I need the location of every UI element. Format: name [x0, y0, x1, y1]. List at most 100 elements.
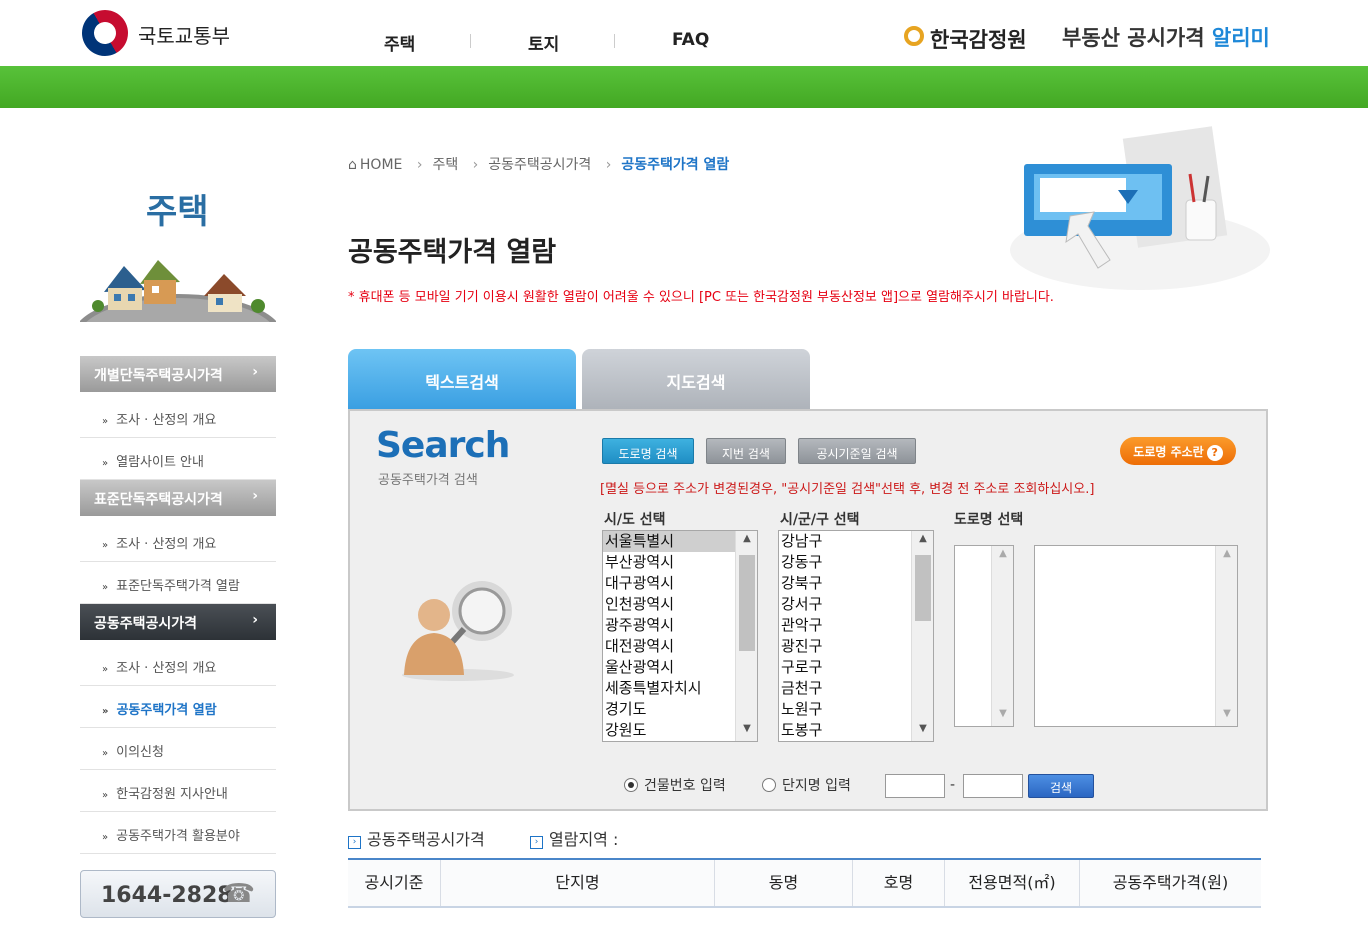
sidebar-category-label: 공동주택공시가격 — [94, 616, 198, 632]
nav-divider — [614, 34, 615, 48]
scrollbar[interactable]: ▲ ▼ — [1215, 546, 1237, 726]
list-option[interactable]: 인천광역시 — [603, 594, 757, 615]
sidebar-item-apartment-price-view[interactable]: » 공동주택가격 열람 — [80, 686, 276, 728]
list-option[interactable]: 강동구 — [779, 552, 933, 573]
sidebar-item-survey-overview[interactable]: » 조사 · 산정의 개요 — [80, 644, 276, 686]
road-name-search-button[interactable]: 도로명 검색 — [602, 438, 694, 464]
breadcrumb-housing[interactable]: 주택 — [432, 157, 458, 173]
result-table-header: 공시기준 단지명 동명 호명 전용면적(㎡) 공동주택가격(원) — [348, 858, 1261, 908]
scroll-down-icon[interactable]: ▼ — [912, 723, 933, 739]
top-header: 국토교통부 주택 토지 FAQ 한국감정원 부동산 공시가격 알리미 — [0, 0, 1368, 66]
radio-building-number[interactable]: 건물번호 입력 — [624, 775, 726, 795]
nav-housing[interactable]: 주택 — [384, 30, 415, 55]
notice-date-search-button[interactable]: 공시기준일 검색 — [798, 438, 916, 464]
breadcrumb-home[interactable]: HOME — [360, 157, 402, 173]
list-option[interactable]: 강서구 — [779, 594, 933, 615]
sido-listbox[interactable]: 서울특별시 부산광역시 대구광역시 인천광역시 광주광역시 대전광역시 울산광역시 세종특별자… — [602, 530, 758, 742]
search-submit-button[interactable]: 검색 — [1028, 774, 1094, 798]
scroll-up-icon[interactable]: ▲ — [992, 548, 1013, 564]
scroll-down-icon[interactable]: ▼ — [736, 723, 757, 739]
sidebar-item-label: 표준단독주택가격 열람 — [116, 579, 240, 594]
scroll-up-icon[interactable]: ▲ — [1216, 548, 1237, 564]
road-initial-listbox[interactable]: ▲ ▼ — [954, 545, 1014, 727]
list-option[interactable]: 도봉구 — [779, 720, 933, 741]
tab-text-search[interactable]: 텍스트검색 — [348, 349, 576, 409]
scroll-up-icon[interactable]: ▲ — [912, 533, 933, 549]
breadcrumb-separator: › — [605, 157, 612, 173]
lot-number-search-button[interactable]: 지번 검색 — [706, 438, 786, 464]
scroll-thumb[interactable] — [915, 555, 931, 621]
road-name-label: 도로명 선택 — [954, 512, 1024, 528]
sidebar-item-label: 공동주택가격 열람 — [116, 703, 217, 718]
tab-map-search[interactable]: 지도검색 — [582, 349, 810, 409]
scrollbar[interactable]: ▲ ▼ — [911, 531, 933, 741]
scrollbar[interactable]: ▲ ▼ — [735, 531, 757, 741]
sidebar-item-standard-price-view[interactable]: » 표준단독주택가격 열람 — [80, 562, 276, 604]
bullet-icon: » — [102, 416, 109, 427]
list-option[interactable]: 노원구 — [779, 699, 933, 720]
kab-logo-icon — [904, 26, 924, 46]
list-option[interactable]: 부산광역시 — [603, 552, 757, 573]
sidebar-category-standard-detached[interactable]: 표준단독주택공시가격 › — [80, 480, 276, 516]
list-option[interactable]: 구로구 — [779, 657, 933, 678]
road-name-listbox[interactable]: ▲ ▼ — [1034, 545, 1238, 727]
scroll-thumb[interactable] — [739, 555, 755, 651]
list-option[interactable]: 대전광역시 — [603, 636, 757, 657]
nav-faq[interactable]: FAQ — [672, 30, 709, 50]
sidebar-item-label: 조사 · 산정의 개요 — [116, 661, 217, 676]
radio-button[interactable] — [624, 778, 638, 792]
government-name[interactable]: 국토교통부 — [138, 20, 230, 49]
question-icon: ? — [1206, 445, 1223, 461]
sigungu-listbox[interactable]: 강남구 강동구 강북구 강서구 관악구 광진구 구로구 금천구 노원구 도봉구 ▲ ▼ — [778, 530, 934, 742]
scroll-up-icon[interactable]: ▲ — [736, 533, 757, 549]
sidebar-item-survey-overview[interactable]: » 조사 · 산정의 개요 — [80, 520, 276, 562]
sidebar-item-label: 이의신청 — [116, 745, 164, 760]
sigungu-label: 시/군/구 선택 — [780, 512, 860, 528]
org-name[interactable]: 한국감정원 — [930, 24, 1027, 54]
search-panel: Search 공동주택가격 검색 도로명 검색 지번 검색 공시기준일 검색 도… — [348, 409, 1268, 811]
scroll-down-icon[interactable]: ▼ — [1216, 708, 1237, 724]
list-option[interactable]: 관악구 — [779, 615, 933, 636]
building-number-main-input[interactable] — [885, 774, 945, 798]
service-title-accent: 알리미 — [1211, 26, 1270, 50]
list-option[interactable]: 광진구 — [779, 636, 933, 657]
radio-button[interactable] — [762, 778, 776, 792]
phone-contact-box: 1644-2828 ☎ — [80, 870, 276, 918]
list-option[interactable]: 서울특별시 — [603, 531, 757, 552]
radio-complex-name[interactable]: 단지명 입력 — [762, 775, 851, 795]
column-header: 전용면적(㎡) — [945, 860, 1080, 906]
list-option[interactable]: 강원도 — [603, 720, 757, 741]
scrollbar[interactable]: ▲ ▼ — [991, 546, 1013, 726]
government-logo-icon[interactable] — [73, 1, 137, 65]
building-number-sub-input[interactable] — [963, 774, 1023, 798]
scroll-down-icon[interactable]: ▼ — [992, 708, 1013, 724]
column-header: 동명 — [715, 860, 853, 906]
column-header: 단지명 — [441, 860, 715, 906]
bullet-icon: » — [102, 540, 109, 551]
list-option[interactable]: 금천구 — [779, 678, 933, 699]
sidebar-item-price-usage[interactable]: » 공동주택가격 활용분야 — [80, 812, 276, 854]
sidebar-item-label: 조사 · 산정의 개요 — [116, 537, 217, 552]
list-option[interactable]: 강북구 — [779, 573, 933, 594]
chevron-right-icon: › — [252, 612, 258, 628]
guide-button-label: 도로명 주소란 — [1133, 445, 1204, 459]
breadcrumb-apartment[interactable]: 공동주택공시가격 — [488, 157, 591, 173]
list-option[interactable]: 경기도 — [603, 699, 757, 720]
sidebar-item-label: 열람사이트 안내 — [116, 455, 204, 470]
sidebar-category-label: 개별단독주택공시가격 — [94, 368, 223, 384]
sidebar-category-individual-detached[interactable]: 개별단독주택공시가격 › — [80, 356, 276, 392]
service-title-main: 부동산 공시가격 — [1062, 26, 1212, 50]
list-option[interactable]: 대구광역시 — [603, 573, 757, 594]
road-address-guide-button[interactable]: 도로명 주소란? — [1120, 437, 1236, 465]
sidebar-category-apartment[interactable]: 공동주택공시가격 › — [80, 604, 276, 640]
sidebar-item-survey-overview[interactable]: » 조사 · 산정의 개요 — [80, 396, 276, 438]
service-title[interactable]: 부동산 공시가격 알리미 — [1062, 22, 1270, 52]
list-option[interactable]: 세종특별자치시 — [603, 678, 757, 699]
list-option[interactable]: 광주광역시 — [603, 615, 757, 636]
list-option[interactable]: 울산광역시 — [603, 657, 757, 678]
sidebar-item-site-guide[interactable]: » 열람사이트 안내 — [80, 438, 276, 480]
sidebar-item-branch-guide[interactable]: » 한국감정원 지사안내 — [80, 770, 276, 812]
list-option[interactable]: 강남구 — [779, 531, 933, 552]
nav-land[interactable]: 토지 — [528, 30, 559, 55]
sidebar-item-objection[interactable]: » 이의신청 — [80, 728, 276, 770]
